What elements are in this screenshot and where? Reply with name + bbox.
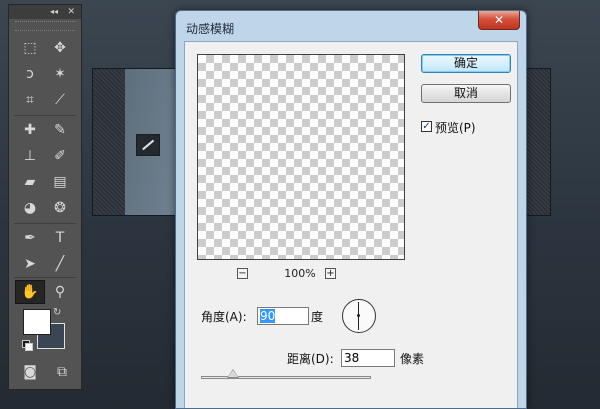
screen-mode-icon: ⧉ [57, 364, 67, 380]
swap-colors-icon[interactable]: ↻ [53, 307, 61, 318]
quick-mask-button[interactable]: ◙ [17, 361, 43, 383]
ok-button[interactable]: 确定 [421, 54, 511, 73]
magic-wand-icon: ✶ [54, 66, 66, 82]
zoom-in-button[interactable]: + [325, 268, 336, 279]
pen-tool[interactable]: ✒ [17, 227, 43, 249]
zoom-tool[interactable]: ⚲ [47, 281, 73, 303]
move-tool[interactable]: ✥ [47, 37, 73, 59]
quick-mask-icon: ◙ [23, 364, 37, 380]
angle-dial[interactable] [342, 299, 376, 333]
motion-blur-dialog: 动感模糊 ✕ − 100% + 确定 取消 ✓ 预览(P) 角度(A): 90 … [175, 10, 527, 409]
line-icon: ╱ [55, 256, 65, 272]
clone-stamp-icon: ⊥ [23, 148, 37, 164]
clone-stamp-tool[interactable]: ⊥ [17, 145, 43, 167]
move-icon: ✥ [54, 40, 66, 56]
zoom-level-label: 100% [284, 267, 316, 280]
canvas-slash-icon [136, 134, 160, 156]
healing-brush-icon: ✚ [24, 122, 36, 138]
type-tool[interactable]: T [47, 227, 73, 249]
pen-icon: ✒ [24, 230, 36, 246]
cancel-button[interactable]: 取消 [421, 84, 511, 103]
dodge-tool[interactable]: ❂ [47, 197, 73, 219]
history-brush-tool[interactable]: ✐ [47, 145, 73, 167]
dodge-icon: ❂ [54, 200, 66, 216]
blur-tool[interactable]: ◕ [17, 197, 43, 219]
close-panel-icon[interactable]: ✕ [67, 5, 75, 19]
marquee-icon: ⬚ [23, 40, 37, 56]
angle-input[interactable]: 90 [257, 307, 309, 325]
eyedropper-icon: ⟋ [55, 92, 65, 108]
distance-label: 距离(D): [287, 352, 334, 366]
distance-unit-label: 像素 [400, 352, 425, 366]
marquee-tool[interactable]: ⬚ [17, 37, 43, 59]
preview-checkbox-label: 预览(P) [435, 121, 476, 135]
path-selection-tool[interactable]: ➤ [17, 253, 43, 275]
dialog-body: − 100% + 确定 取消 ✓ 预览(P) 角度(A): 90 度 距离(D)… [184, 41, 518, 408]
angle-value: 90 [260, 309, 276, 323]
tool-separator [14, 277, 76, 278]
history-brush-icon: ✐ [54, 148, 66, 164]
preview-checkbox[interactable]: ✓ [421, 121, 432, 132]
brush-icon: ✎ [54, 122, 66, 138]
zoom-out-button[interactable]: − [237, 268, 248, 279]
preview-pane[interactable] [197, 54, 405, 260]
path-selection-icon: ➤ [24, 256, 36, 272]
default-colors-icon[interactable] [22, 340, 33, 351]
eyedropper-tool[interactable]: ⟋ [47, 89, 73, 111]
healing-brush-tool[interactable]: ✚ [17, 119, 43, 141]
tool-separator [14, 223, 76, 224]
tool-separator [14, 115, 76, 116]
canvas-texture-left [93, 69, 125, 215]
brush-tool[interactable]: ✎ [47, 119, 73, 141]
blur-icon: ◕ [23, 200, 37, 216]
lasso-tool[interactable]: ↄ [17, 63, 43, 85]
crop-icon: ⌗ [26, 92, 34, 108]
angle-unit-label: 度 [311, 310, 324, 324]
screen-mode-button[interactable]: ⧉ [49, 361, 75, 383]
dialog-title: 动感模糊 [186, 22, 235, 36]
dialog-close-button[interactable]: ✕ [478, 11, 520, 30]
distance-value: 38 [344, 351, 360, 365]
crop-tool[interactable]: ⌗ [17, 89, 43, 111]
lasso-icon: ↄ [26, 66, 34, 82]
angle-label: 角度(A): [201, 310, 247, 324]
hand-tool[interactable]: ✋ [15, 280, 45, 304]
line-tool[interactable]: ╱ [47, 253, 73, 275]
distance-input[interactable]: 38 [341, 349, 395, 367]
gradient-tool[interactable]: ▤ [47, 171, 73, 193]
eraser-icon: ▰ [24, 174, 36, 190]
hand-icon: ✋ [21, 284, 39, 300]
tools-panel-header[interactable]: ◂◂ ✕ [9, 5, 81, 19]
type-icon: T [55, 230, 65, 246]
eraser-tool[interactable]: ▰ [17, 171, 43, 193]
panel-grip[interactable] [15, 21, 75, 31]
tools-panel: ◂◂ ✕ ⬚ ✥ ↄ ✶ ⌗ ⟋ ✚ ✎ ⊥ ✐ ▰ ▤ ◕ ❂ ✒ T ➤ ╱… [8, 4, 82, 390]
distance-slider-thumb[interactable] [227, 369, 240, 378]
magic-wand-tool[interactable]: ✶ [47, 63, 73, 85]
gradient-icon: ▤ [53, 174, 67, 190]
zoom-icon: ⚲ [54, 284, 66, 300]
collapse-panel-icon[interactable]: ◂◂ [50, 5, 58, 19]
foreground-color-swatch[interactable] [23, 309, 51, 335]
